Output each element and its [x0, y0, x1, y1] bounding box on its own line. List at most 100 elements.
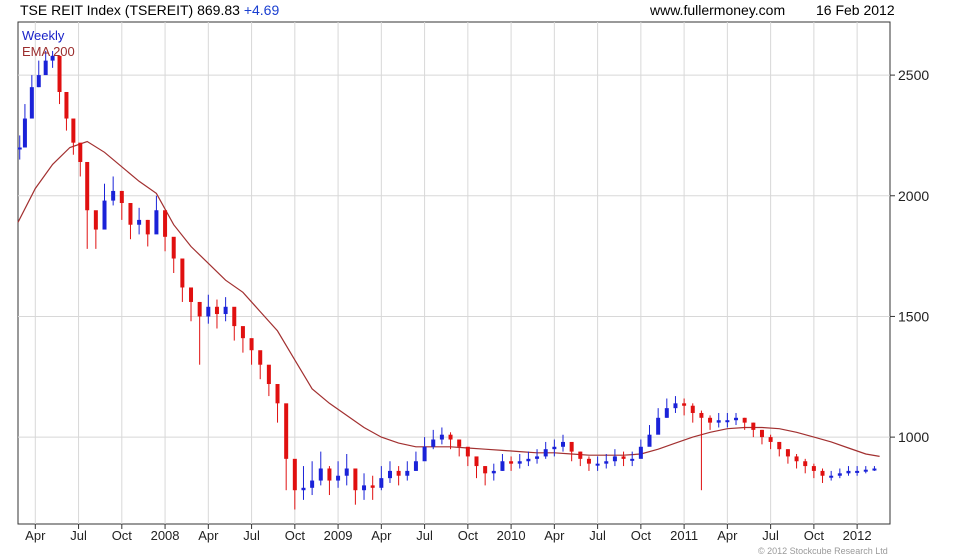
x-tick-label: Apr [717, 528, 738, 543]
price-bar-body [682, 403, 687, 406]
legend-weekly: Weekly [22, 28, 65, 43]
y-tick-label: 2000 [898, 188, 929, 204]
price-bar-body [855, 470, 860, 473]
x-tick-label: Apr [544, 528, 565, 543]
price-bar-body [57, 55, 62, 92]
price-bar-body [327, 468, 332, 481]
price-bar-body [387, 470, 392, 479]
price-bar-body [405, 470, 410, 476]
price-bar-body [552, 446, 557, 450]
copyright-notice: © 2012 Stockcube Research Ltd [758, 546, 888, 556]
price-bar-body [137, 219, 142, 225]
price-bar-body [829, 475, 834, 478]
price-bar-body [413, 461, 418, 471]
x-tick-label: Oct [285, 528, 306, 543]
price-bar-body [102, 200, 107, 230]
x-tick-label: Jul [589, 528, 606, 543]
legend-ema-200: EMA 200 [22, 44, 75, 59]
price-bar-body [344, 468, 349, 476]
price-bar-body [690, 405, 695, 413]
price-bar-body [751, 422, 756, 430]
price-bar-body [595, 463, 600, 466]
y-axis-ticks: 1000 1500 2000 2500 [890, 67, 929, 445]
price-bar-body [768, 437, 773, 442]
price-bar-body [569, 441, 574, 452]
price-bar-body [612, 456, 617, 462]
price-bar-body [725, 420, 730, 423]
price-bar-body [214, 306, 219, 315]
price-bar-body [145, 219, 150, 235]
price-bar-body [422, 446, 427, 462]
price-bar-body [111, 190, 116, 201]
chart-svg: 1000 1500 2000 2500 Apr Jul Oct 2008 Apr Jul Oct 2… [17, 21, 929, 543]
x-tick-label: 2010 [497, 528, 526, 543]
x-tick-label: Apr [371, 528, 392, 543]
price-bar-body [785, 449, 790, 457]
price-bar-body [794, 456, 799, 462]
price-bar-body [491, 470, 496, 474]
price-bar-body [656, 417, 661, 435]
site-link[interactable]: www.fullermoney.com [650, 0, 785, 20]
y-tick-label: 1500 [898, 308, 929, 324]
x-tick-label: Apr [198, 528, 219, 543]
chart-header: TSE REIT Index (TSEREIT) 869.83 +4.69 ww… [0, 0, 980, 20]
plot-background [17, 21, 891, 525]
price-bar-body [863, 469, 868, 472]
price-bar-body [206, 306, 211, 317]
price-bar-body [638, 446, 643, 459]
price-bar-body [448, 434, 453, 440]
x-tick-label: 2008 [151, 528, 180, 543]
price-bar-body [526, 458, 531, 462]
price-bar-body [647, 434, 652, 447]
index-title: TSE REIT Index (TSEREIT) 869.83 [20, 2, 240, 18]
price-bar-body [759, 429, 764, 438]
x-tick-label: Oct [458, 528, 479, 543]
price-bar-body [742, 417, 747, 423]
price-bar-body [621, 456, 626, 459]
price-bar-body [189, 287, 194, 302]
price-bar-body [318, 468, 323, 481]
price-bar-body [78, 142, 83, 162]
x-tick-label: Oct [112, 528, 133, 543]
price-bar-body [734, 417, 739, 421]
price-bar-body [673, 403, 678, 409]
x-tick-label: Apr [25, 528, 46, 543]
price-bar-body [22, 118, 27, 148]
price-bar-body [604, 461, 609, 464]
price-bar-body [837, 473, 842, 476]
price-bar-body [163, 210, 168, 237]
y-tick-label: 2500 [898, 67, 929, 83]
price-bar-body [249, 338, 254, 351]
price-bar-body [777, 441, 782, 450]
price-bar-body [223, 306, 228, 315]
price-bar-body [630, 458, 635, 461]
price-bar-body [846, 470, 851, 474]
price-bar-body [439, 434, 444, 440]
price-bar-body [509, 461, 514, 464]
price-bar-body [535, 456, 540, 459]
price-bar-body [119, 190, 124, 204]
price-bar-body [275, 384, 280, 404]
y-tick-label: 1000 [898, 429, 929, 445]
price-bar-body [561, 441, 565, 447]
price-bar-body [483, 466, 488, 474]
price-bar-body [36, 75, 41, 88]
price-bar-body [310, 480, 315, 488]
price-bar-body [474, 456, 479, 467]
index-change: +4.69 [243, 2, 280, 18]
price-bar-body [232, 306, 237, 327]
price-bar-body [301, 487, 306, 491]
price-bar-body [128, 203, 133, 225]
price-bar-body [180, 258, 185, 288]
price-bar-body [266, 364, 271, 385]
price-bar-body [336, 475, 341, 481]
price-bar-body [240, 326, 245, 339]
price-bar-body [578, 451, 583, 459]
x-tick-label: Oct [804, 528, 825, 543]
x-tick-label: Jul [70, 528, 87, 543]
price-bar-body [500, 461, 505, 471]
x-tick-label: 2009 [324, 528, 353, 543]
x-tick-label: Jul [416, 528, 433, 543]
x-tick-label: Oct [631, 528, 652, 543]
price-bar-body [465, 446, 470, 457]
